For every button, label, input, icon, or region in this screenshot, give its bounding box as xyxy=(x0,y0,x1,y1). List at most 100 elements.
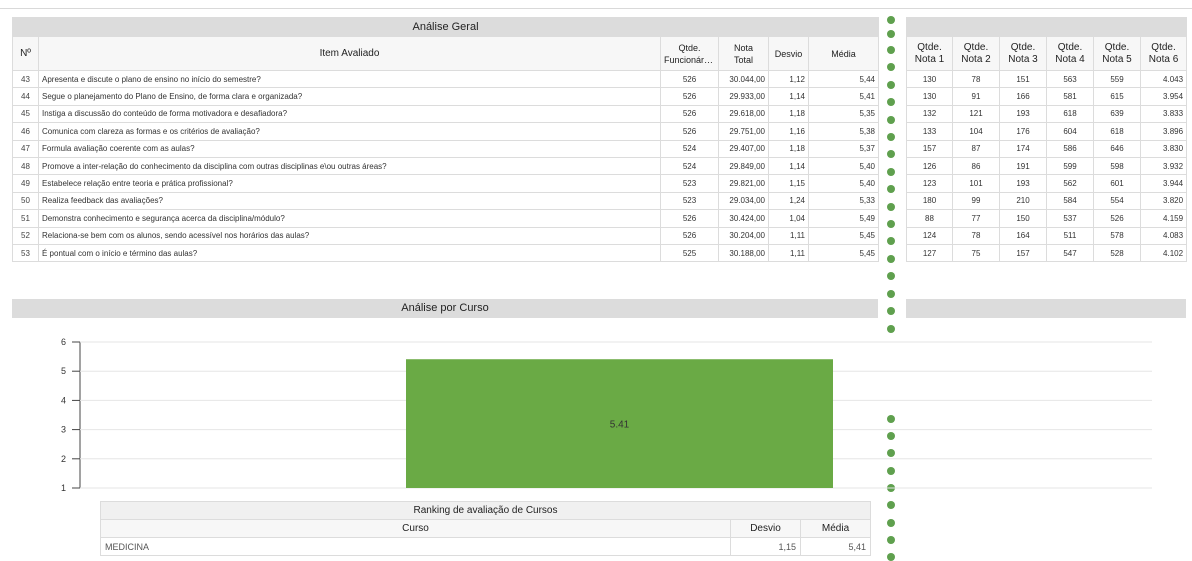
col-nota-count-header[interactable]: Qtde. Nota 3 xyxy=(999,36,1047,71)
table-row[interactable]: 123 101 193 562 601 3.944 xyxy=(906,174,1188,193)
nota-count-cell: 151 xyxy=(999,69,1047,89)
table-row[interactable]: 52 Relaciona-se bem com os alunos, sendo … xyxy=(12,226,880,245)
row-media: 5,35 xyxy=(807,104,880,124)
ranking-curso: MEDICINA xyxy=(100,537,731,556)
y-tick-label: 1 xyxy=(61,483,66,493)
table-row[interactable]: 124 78 164 511 578 4.083 xyxy=(906,226,1188,245)
ranking-col-media[interactable]: Média xyxy=(799,519,872,538)
status-dot-icon xyxy=(887,168,895,176)
nota-count-cell: 174 xyxy=(999,139,1047,158)
table-row[interactable]: 44 Segue o planejamento do Plano de Ensin… xyxy=(12,87,880,106)
ranking-col-desvio[interactable]: Desvio xyxy=(730,519,801,538)
nota-count-cell: 130 xyxy=(906,69,953,89)
table-row[interactable]: 51 Demonstra conhecimento e segurança ace… xyxy=(12,209,880,228)
table-row[interactable]: 46 Comunica com clareza as formas e os cr… xyxy=(12,122,880,141)
nota-count-cell: 4.083 xyxy=(1139,226,1188,245)
col-desvio-header[interactable]: Desvio xyxy=(768,36,809,71)
row-media: 5,37 xyxy=(807,139,880,158)
status-dot-icon xyxy=(887,81,895,89)
col-nota-count-header[interactable]: Qtde. Nota 2 xyxy=(952,36,1000,71)
row-nota-total: 30.424,00 xyxy=(718,209,769,228)
nota-count-cell: 3.820 xyxy=(1139,191,1188,211)
nota-count-cell: 578 xyxy=(1093,226,1141,245)
table-row[interactable]: 133 104 176 604 618 3.896 xyxy=(906,122,1188,141)
col-nota-count-header[interactable]: Qtde. Nota 6 xyxy=(1139,36,1188,71)
general-analysis-title: Análise Geral xyxy=(11,17,880,37)
course-chart-svg: 1 2 3 4 5 6 5.41 xyxy=(61,337,1152,493)
row-item: Segue o planejamento do Plano de Ensino,… xyxy=(38,87,661,106)
row-desvio: 1,11 xyxy=(768,243,809,263)
table-row[interactable]: 53 É pontual com o início e término das a… xyxy=(12,243,880,263)
nota-count-cell: 180 xyxy=(906,191,953,211)
col-num-header[interactable]: Nº xyxy=(12,36,39,71)
table-row[interactable]: 130 91 166 581 615 3.954 xyxy=(906,87,1188,106)
row-desvio: 1,12 xyxy=(768,69,809,89)
row-item: É pontual com o início e término das aul… xyxy=(38,243,661,263)
col-media-header[interactable]: Média xyxy=(807,36,880,71)
nota-count-cell: 618 xyxy=(1046,104,1094,124)
ranking-col-curso[interactable]: Curso xyxy=(100,519,731,538)
table-row[interactable]: 49 Estabelece relação entre teoria e prát… xyxy=(12,174,880,193)
table-row[interactable]: 88 77 150 537 526 4.159 xyxy=(906,209,1188,228)
table-row[interactable]: 132 121 193 618 639 3.833 xyxy=(906,104,1188,124)
nota-count-cell: 3.833 xyxy=(1139,104,1188,124)
nota-count-cell: 3.932 xyxy=(1139,156,1188,176)
status-dot-icon xyxy=(887,553,895,561)
status-dot-icon xyxy=(887,63,895,71)
nota-count-cell: 101 xyxy=(952,174,1000,193)
row-number: 52 xyxy=(12,226,39,245)
col-nota-count-header[interactable]: Qtde. Nota 4 xyxy=(1046,36,1094,71)
bar-data-label: 5.41 xyxy=(610,420,630,431)
col-nota-count-header[interactable]: Qtde. Nota 5 xyxy=(1093,36,1141,71)
row-qtde: 524 xyxy=(660,156,719,176)
ranking-desvio: 1,15 xyxy=(730,537,801,556)
table-row[interactable]: 45 Instiga a discussão do conteúdo de for… xyxy=(12,104,880,124)
row-number: 49 xyxy=(12,174,39,193)
nota-count-cell: 132 xyxy=(906,104,953,124)
table-row[interactable]: 127 75 157 547 528 4.102 xyxy=(906,243,1188,263)
status-dot-icon xyxy=(887,536,895,544)
table-row[interactable]: 130 78 151 563 559 4.043 xyxy=(906,69,1188,89)
status-dot-icon xyxy=(887,16,895,24)
y-tick-label: 3 xyxy=(61,425,66,435)
table-row[interactable]: 48 Promove a inter-relação do conheciment… xyxy=(12,156,880,176)
nota-count-cell: 86 xyxy=(952,156,1000,176)
table-row[interactable]: 126 86 191 599 598 3.932 xyxy=(906,156,1188,176)
col-nota-count-header[interactable]: Qtde. Nota 1 xyxy=(906,36,953,71)
nota-count-cell: 615 xyxy=(1093,87,1141,106)
col-nota-header[interactable]: Nota Total xyxy=(718,36,769,71)
nota-count-cell: 123 xyxy=(906,174,953,193)
col-qtde-header[interactable]: Qtde. Funcionários xyxy=(660,36,719,71)
nota-count-cell: 599 xyxy=(1046,156,1094,176)
y-tick-label: 2 xyxy=(61,454,66,464)
nota-count-cell: 526 xyxy=(1093,209,1141,228)
row-number: 51 xyxy=(12,209,39,228)
row-number: 48 xyxy=(12,156,39,176)
nota-count-cell: 88 xyxy=(906,209,953,228)
row-qtde: 526 xyxy=(660,104,719,124)
col-item-header[interactable]: Item Avaliado xyxy=(38,36,661,71)
table-row[interactable]: MEDICINA 1,15 5,41 xyxy=(100,537,872,556)
row-item: Realiza feedback das avaliações? xyxy=(38,191,661,211)
status-dot-icon xyxy=(887,290,895,298)
nota-count-cell: 91 xyxy=(952,87,1000,106)
table-row[interactable]: 157 87 174 586 646 3.830 xyxy=(906,139,1188,158)
status-dot-icon xyxy=(887,116,895,124)
row-number: 50 xyxy=(12,191,39,211)
nota-count-cell: 639 xyxy=(1093,104,1141,124)
nota-count-cell: 618 xyxy=(1093,122,1141,141)
general-analysis-table: Análise Geral Nº Item Avaliado Qtde. Func… xyxy=(11,17,880,263)
row-media: 5,40 xyxy=(807,174,880,193)
row-nota-total: 29.034,00 xyxy=(718,191,769,211)
nota-count-cell: 601 xyxy=(1093,174,1141,193)
table-row[interactable]: 180 99 210 584 554 3.820 xyxy=(906,191,1188,211)
row-desvio: 1,18 xyxy=(768,139,809,158)
course-chart: 1 2 3 4 5 6 5.41 xyxy=(40,330,1190,500)
table-row[interactable]: 50 Realiza feedback das avaliações? 523 29.… xyxy=(12,191,880,211)
row-nota-total: 30.204,00 xyxy=(718,226,769,245)
table-row[interactable]: 47 Formula avaliação coerente com as aula… xyxy=(12,139,880,158)
nota-count-cell: 191 xyxy=(999,156,1047,176)
table-row[interactable]: 43 Apresenta e discute o plano de ensino … xyxy=(12,69,880,89)
row-number: 44 xyxy=(12,87,39,106)
row-item: Comunica com clareza as formas e os crit… xyxy=(38,122,661,141)
